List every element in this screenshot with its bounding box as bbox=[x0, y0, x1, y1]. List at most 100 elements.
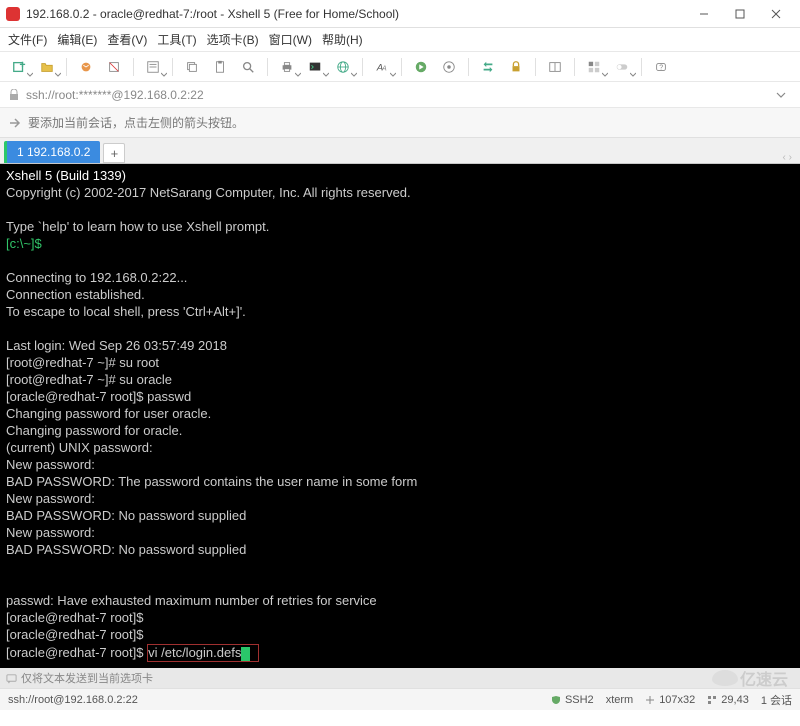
menu-file[interactable]: 文件(F) bbox=[8, 31, 47, 48]
menu-edit[interactable]: 编辑(E) bbox=[57, 31, 97, 48]
menu-help[interactable]: 帮助(H) bbox=[322, 31, 363, 48]
hint-text: 要添加当前会话，点击左侧的箭头按钮。 bbox=[28, 114, 244, 131]
print-button[interactable] bbox=[274, 55, 300, 79]
term-line: BAD PASSWORD: No password supplied bbox=[6, 508, 246, 523]
app-icon bbox=[6, 7, 20, 21]
term-prompt-line: [oracle@redhat-7 root]$ vi /etc/login.de… bbox=[6, 645, 259, 660]
separator bbox=[66, 58, 67, 76]
cursor-pos-icon bbox=[707, 695, 717, 705]
term-line: [oracle@redhat-7 root]$ passwd bbox=[6, 389, 191, 404]
watermark: 亿速云 bbox=[712, 666, 788, 690]
status-connection: ssh://root@192.168.0.2:22 bbox=[8, 694, 138, 706]
term-line: BAD PASSWORD: The password contains the … bbox=[6, 474, 417, 489]
shield-icon bbox=[551, 695, 561, 705]
separator bbox=[535, 58, 536, 76]
term-command: vi /etc/login.defs bbox=[148, 645, 241, 660]
term-line: passwd: Have exhausted maximum number of… bbox=[6, 593, 377, 608]
tab-session-1[interactable]: 1 192.168.0.2 bbox=[4, 141, 100, 163]
address-bar[interactable]: ssh://root:*******@192.168.0.2:22 bbox=[0, 82, 800, 108]
terminal-button[interactable] bbox=[302, 55, 328, 79]
resize-icon bbox=[645, 695, 655, 705]
term-line: Last login: Wed Sep 26 03:57:49 2018 bbox=[6, 338, 227, 353]
footer-hint: 仅将文本发送到当前选项卡 bbox=[21, 670, 153, 686]
toolbar: AA ? bbox=[0, 52, 800, 82]
status-ssh: SSH2 bbox=[551, 694, 594, 706]
properties-button[interactable] bbox=[140, 55, 166, 79]
status-bar: ssh://root@192.168.0.2:22 SSH2 xterm 107… bbox=[0, 688, 800, 710]
hint-bar: 要添加当前会话，点击左侧的箭头按钮。 bbox=[0, 108, 800, 138]
separator bbox=[468, 58, 469, 76]
term-prompt: [oracle@redhat-7 root]$ bbox=[6, 645, 147, 660]
separator bbox=[133, 58, 134, 76]
new-tab-button[interactable]: + bbox=[103, 143, 125, 163]
term-line: Changing password for user oracle. bbox=[6, 406, 211, 421]
tab-nav[interactable]: ‹ › bbox=[779, 152, 796, 163]
term-line: Copyright (c) 2002-2017 NetSarang Comput… bbox=[6, 185, 411, 200]
status-ssh-label: SSH2 bbox=[565, 694, 594, 706]
status-size-label: 107x32 bbox=[659, 694, 695, 706]
new-session-button[interactable] bbox=[6, 55, 32, 79]
status-term: xterm bbox=[606, 694, 634, 706]
toggle-button[interactable] bbox=[609, 55, 635, 79]
title-bar: 192.168.0.2 - oracle@redhat-7:/root - Xs… bbox=[0, 0, 800, 28]
term-command-box: vi /etc/login.defs bbox=[147, 644, 258, 662]
help-button[interactable]: ? bbox=[648, 55, 674, 79]
font-button[interactable]: AA bbox=[369, 55, 395, 79]
menu-bar: 文件(F) 编辑(E) 查看(V) 工具(T) 选项卡(B) 窗口(W) 帮助(… bbox=[0, 28, 800, 52]
separator bbox=[574, 58, 575, 76]
term-line: (current) UNIX password: bbox=[6, 440, 153, 455]
menu-tools[interactable]: 工具(T) bbox=[157, 31, 196, 48]
menu-tabs[interactable]: 选项卡(B) bbox=[207, 31, 259, 48]
script-button[interactable] bbox=[408, 55, 434, 79]
term-line: Connection established. bbox=[6, 287, 145, 302]
status-pos-label: 29,43 bbox=[721, 694, 749, 706]
minimize-button[interactable] bbox=[686, 3, 722, 25]
term-line: New password: bbox=[6, 457, 95, 472]
paste-button[interactable] bbox=[207, 55, 233, 79]
term-line: Xshell 5 (Build 1339) bbox=[6, 168, 126, 183]
lock-icon bbox=[8, 89, 20, 101]
svg-text:A: A bbox=[381, 65, 387, 72]
separator bbox=[641, 58, 642, 76]
transfer-button[interactable] bbox=[475, 55, 501, 79]
term-line: New password: bbox=[6, 525, 95, 540]
separator bbox=[267, 58, 268, 76]
watermark-text: 亿速云 bbox=[740, 666, 788, 690]
view-button[interactable] bbox=[581, 55, 607, 79]
chevron-down-icon[interactable] bbox=[776, 90, 786, 100]
term-line: [root@redhat-7 ~]# su oracle bbox=[6, 372, 172, 387]
status-pos: 29,43 bbox=[707, 694, 749, 706]
footer-bar: 仅将文本发送到当前选项卡 亿速云 bbox=[0, 668, 800, 688]
term-line: To escape to local shell, press 'Ctrl+Al… bbox=[6, 304, 246, 319]
term-line: [root@redhat-7 ~]# su root bbox=[6, 355, 159, 370]
status-sessions: 1 会话 bbox=[761, 692, 792, 708]
term-prompt: [c:\~]$ bbox=[6, 236, 42, 251]
close-button[interactable] bbox=[758, 3, 794, 25]
separator bbox=[401, 58, 402, 76]
window-title: 192.168.0.2 - oracle@redhat-7:/root - Xs… bbox=[26, 7, 686, 21]
open-button[interactable] bbox=[34, 55, 60, 79]
menu-view[interactable]: 查看(V) bbox=[107, 31, 147, 48]
term-line: Changing password for oracle. bbox=[6, 423, 182, 438]
tab-strip: 1 192.168.0.2 + ‹ › bbox=[0, 138, 800, 164]
maximize-button[interactable] bbox=[722, 3, 758, 25]
lock-button[interactable] bbox=[503, 55, 529, 79]
layout-button[interactable] bbox=[542, 55, 568, 79]
svg-text:?: ? bbox=[659, 64, 663, 71]
status-size: 107x32 bbox=[645, 694, 695, 706]
term-line: New password: bbox=[6, 491, 95, 506]
tools-button[interactable] bbox=[436, 55, 462, 79]
web-button[interactable] bbox=[330, 55, 356, 79]
term-line: Type `help' to learn how to use Xshell p… bbox=[6, 219, 269, 234]
term-line: [oracle@redhat-7 root]$ bbox=[6, 627, 144, 642]
disconnect-button[interactable] bbox=[101, 55, 127, 79]
reconnect-button[interactable] bbox=[73, 55, 99, 79]
cursor-icon bbox=[241, 647, 250, 661]
term-line: BAD PASSWORD: No password supplied bbox=[6, 542, 246, 557]
terminal[interactable]: Xshell 5 (Build 1339) Copyright (c) 2002… bbox=[0, 164, 800, 668]
copy-button[interactable] bbox=[179, 55, 205, 79]
menu-window[interactable]: 窗口(W) bbox=[269, 31, 312, 48]
term-line: Connecting to 192.168.0.2:22... bbox=[6, 270, 187, 285]
find-button[interactable] bbox=[235, 55, 261, 79]
arrow-add-icon[interactable] bbox=[8, 116, 22, 130]
